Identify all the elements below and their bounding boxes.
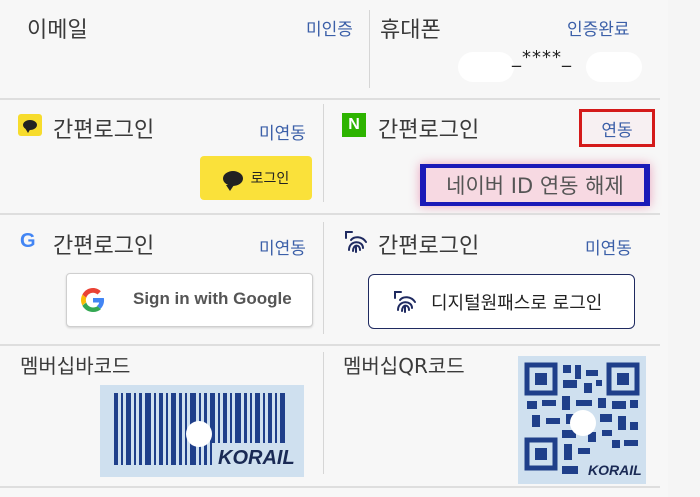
redaction-blob bbox=[586, 52, 642, 82]
kakao-login-button-label: 로그인 bbox=[250, 171, 290, 187]
email-status[interactable]: 미인증 bbox=[306, 15, 353, 40]
divider-vertical bbox=[323, 352, 324, 474]
divider-horizontal bbox=[0, 213, 660, 215]
membership-qr-image[interactable]: KORAIL bbox=[518, 356, 646, 484]
divider-vertical bbox=[369, 10, 370, 88]
phone-number-masked: _****_ bbox=[512, 47, 572, 68]
kakao-talk-bubble-icon bbox=[18, 114, 42, 136]
divider-horizontal bbox=[0, 98, 660, 100]
naver-unlink-label: 네이버 ID 연동 해제 bbox=[446, 174, 624, 198]
naver-link-label: 연동 bbox=[601, 120, 633, 141]
divider-vertical bbox=[323, 104, 324, 202]
digital-one-pass-login-button[interactable]: 디지털원패스로 로그인 bbox=[368, 274, 635, 329]
kakao-talk-bubble-icon bbox=[222, 170, 243, 191]
fingerprint-icon bbox=[394, 291, 416, 313]
fingerprint-icon bbox=[345, 231, 367, 253]
naver-login-label: 간편로그인 bbox=[378, 118, 480, 143]
pass-status: 미연동 bbox=[585, 239, 632, 259]
redaction-blob bbox=[570, 410, 596, 436]
membership-barcode-image[interactable]: KORAIL bbox=[100, 385, 304, 477]
digital-one-pass-login-label: 디지털원패스로 로그인 bbox=[431, 293, 603, 314]
phone-label: 휴대폰 bbox=[380, 18, 441, 43]
naver-n-icon: N bbox=[342, 113, 366, 137]
phone-status: 인증완료 bbox=[567, 20, 630, 40]
kakao-status: 미연동 bbox=[259, 124, 306, 144]
membership-qr-label: 멤버십QR코드 bbox=[343, 354, 465, 378]
google-g-icon bbox=[81, 288, 105, 312]
email-label: 이메일 bbox=[27, 18, 88, 43]
divider-vertical bbox=[323, 222, 324, 334]
korail-logo: KORAIL bbox=[588, 462, 642, 478]
pass-login-label: 간편로그인 bbox=[378, 234, 480, 259]
google-status: 미연동 bbox=[259, 239, 306, 259]
naver-link-button[interactable]: 연동 bbox=[579, 109, 655, 147]
divider-horizontal bbox=[0, 486, 660, 488]
kakao-login-label: 간편로그인 bbox=[53, 118, 155, 143]
membership-barcode-label: 멤버십바코드 bbox=[20, 354, 131, 378]
naver-unlink-button[interactable]: 네이버 ID 연동 해제 bbox=[420, 164, 650, 206]
kakao-login-button[interactable]: 로그인 bbox=[200, 156, 312, 200]
google-g-icon: G bbox=[20, 230, 36, 252]
account-linking-panel: 이메일 미인증 휴대폰 인증완료 _****_ 간편로그인 미연동 로그인 N … bbox=[0, 0, 668, 497]
redaction-blob bbox=[186, 421, 212, 447]
korail-logo: KORAIL bbox=[218, 447, 295, 469]
google-sign-in-label: Sign in with Google bbox=[133, 289, 292, 308]
redaction-blob bbox=[458, 52, 514, 82]
google-sign-in-button[interactable]: Sign in with Google bbox=[66, 273, 313, 327]
google-login-label: 간편로그인 bbox=[53, 234, 155, 259]
divider-horizontal bbox=[0, 344, 660, 346]
